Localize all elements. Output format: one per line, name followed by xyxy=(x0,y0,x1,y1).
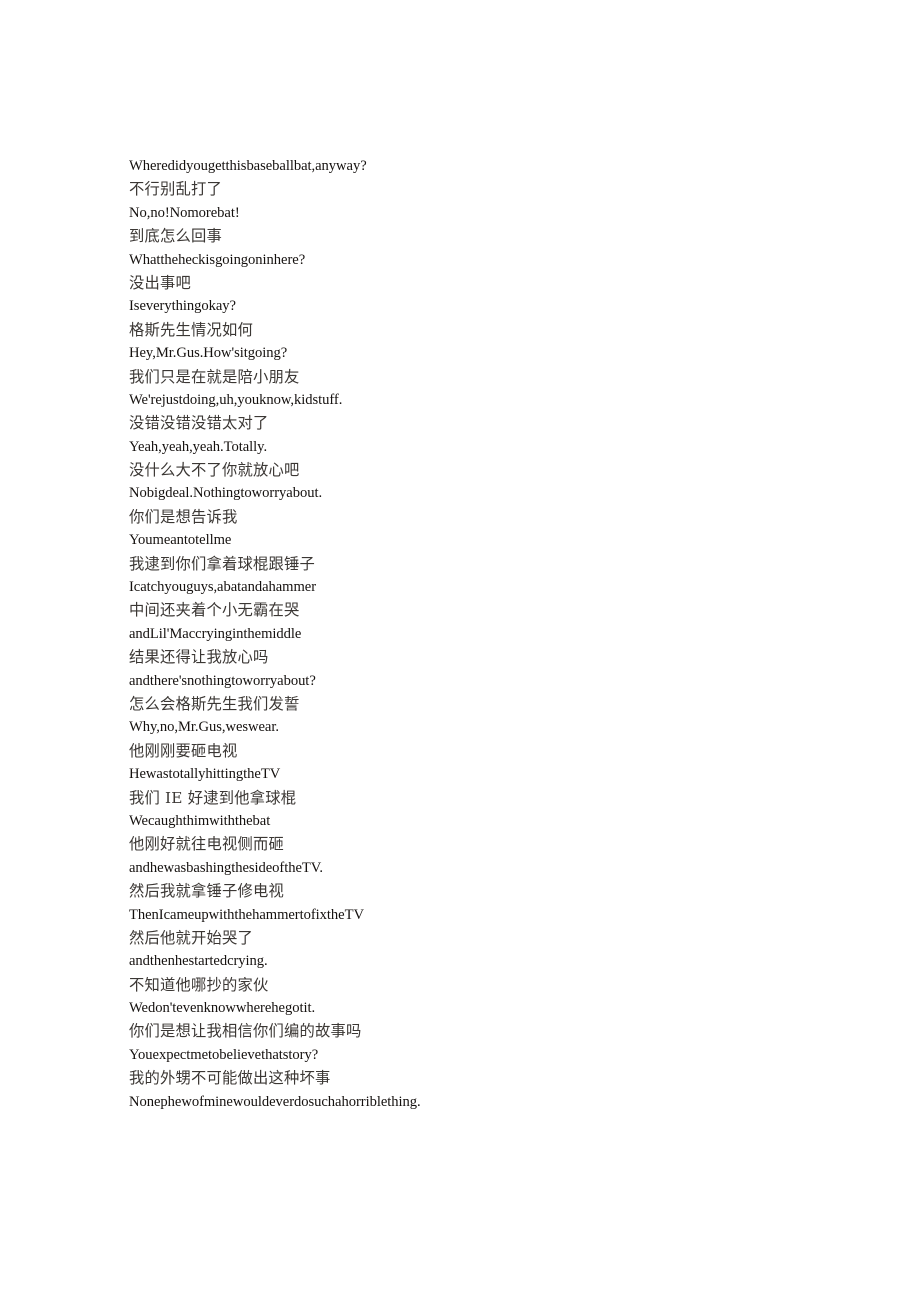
subtitle-line-en: andthere'snothingtoworryabout? xyxy=(129,672,316,689)
subtitle-line-zh: 没出事吧 xyxy=(129,273,191,292)
subtitle-line-zh: 没错没错没错太对了 xyxy=(129,414,269,433)
subtitle-line-zh: 你们是想让我相信你们编的故事吗 xyxy=(129,1022,362,1041)
subtitle-line-zh: 没什么大不了你就放心吧 xyxy=(129,461,300,480)
subtitle-line-zh: 我逮到你们拿着球棍跟锤子 xyxy=(129,554,315,573)
subtitle-line-en: Youexpectmetobelievethatstory? xyxy=(129,1046,319,1063)
subtitle-line-en: Why,no,Mr.Gus,weswear. xyxy=(129,719,279,736)
subtitle-line-en: ThenIcameupwiththehammertofixtheTV xyxy=(129,906,364,923)
subtitle-line-en: We'rejustdoing,uh,youknow,kidstuff. xyxy=(129,391,343,408)
subtitle-transcript-body: Wheredidyougetthisbaseballbat,anyway? 不行别… xyxy=(129,155,829,1114)
subtitle-line-en: Yeah,yeah,yeah.Totally. xyxy=(129,438,268,455)
subtitle-line-en: Nobigdeal.Nothingtoworryabout. xyxy=(129,485,323,502)
subtitle-line-zh: 然后我就拿锤子修电视 xyxy=(129,882,284,901)
subtitle-line-zh: 你们是想告诉我 xyxy=(129,507,238,526)
subtitle-line-en: Whattheheckisgoingoninhere? xyxy=(129,251,306,268)
subtitle-line-zh: 我的外甥不可能做出这种坏事 xyxy=(129,1069,331,1088)
subtitle-line-zh: 不知道他哪抄的家伙 xyxy=(129,975,269,994)
subtitle-line-en: Nonephewofminewouldeverdosuchahorribleth… xyxy=(129,1093,421,1110)
subtitle-line-en: andLil'Maccryinginthemiddle xyxy=(129,625,302,642)
subtitle-line-zh: 然后他就开始哭了 xyxy=(129,928,253,947)
subtitle-line-zh: 结果还得让我放心吗 xyxy=(129,648,269,667)
subtitle-line-en: Wedon'tevenknowwherehegotit. xyxy=(129,1000,316,1017)
subtitle-line-zh: 怎么会格斯先生我们发誓 xyxy=(129,694,300,713)
subtitle-line-zh: 我们 IE 好逮到他拿球棍 xyxy=(129,788,297,807)
subtitle-line-en: Youmeantotellme xyxy=(129,532,232,549)
subtitle-line-zh: 到底怎么回事 xyxy=(129,227,222,246)
subtitle-line-zh: 我们只是在就是陪小朋友 xyxy=(129,367,300,386)
subtitle-line-zh: 不行别乱打了 xyxy=(129,180,222,199)
subtitle-line-en: Icatchyouguys,abatandahammer xyxy=(129,579,317,596)
document-page: Wheredidyougetthisbaseballbat,anyway? 不行别… xyxy=(0,0,920,1301)
subtitle-line-zh: 格斯先生情况如何 xyxy=(129,320,253,339)
subtitle-line-zh: 中间还夹着个小无霸在哭 xyxy=(129,601,300,620)
subtitle-line-en: Wheredidyougetthisbaseballbat,anyway? xyxy=(129,158,367,174)
subtitle-line-en: No,no!Nomorebat! xyxy=(129,204,240,221)
subtitle-line-en: andhewasbashingthesideoftheTV. xyxy=(129,859,323,876)
subtitle-line-en: Hey,Mr.Gus.How'sitgoing? xyxy=(129,345,288,362)
subtitle-line-en: Iseverythingokay? xyxy=(129,298,236,315)
subtitle-line-en: HewastotallyhittingtheTV xyxy=(129,766,281,783)
subtitle-line-en: andthenhestartedcrying. xyxy=(129,953,268,970)
subtitle-line-zh: 他刚好就往电视侧而砸 xyxy=(129,835,284,854)
subtitle-line-en: Wecaughthimwiththebat xyxy=(129,812,271,829)
subtitle-line-zh: 他刚刚要砸电视 xyxy=(129,741,238,760)
